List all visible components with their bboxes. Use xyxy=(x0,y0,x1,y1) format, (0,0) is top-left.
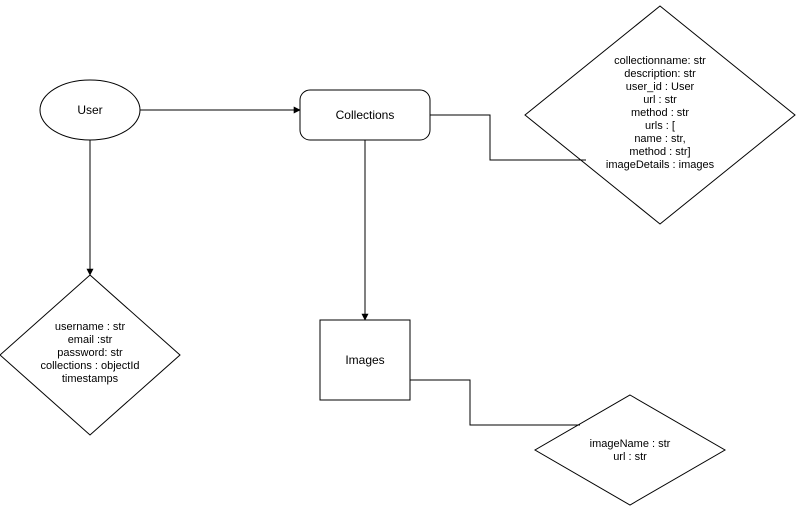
svg-text:collectionname: str: collectionname: str xyxy=(614,55,706,67)
entity-user: User xyxy=(40,80,140,140)
svg-text:method : str: method : str xyxy=(631,107,689,119)
svg-text:username : str: username : str xyxy=(55,321,126,333)
svg-text:password: str: password: str xyxy=(57,347,123,359)
attrs-user: username : str email :str password: str … xyxy=(0,275,180,435)
entity-user-label: User xyxy=(77,103,102,117)
svg-text:url : str: url : str xyxy=(613,451,647,463)
entity-images-label: Images xyxy=(345,353,384,367)
svg-text:collections : objectId: collections : objectId xyxy=(40,360,139,372)
svg-text:email :str: email :str xyxy=(68,334,113,346)
entity-images: Images xyxy=(320,320,410,400)
svg-text:url : str: url : str xyxy=(643,94,677,106)
er-diagram: User Collections Images username : str e… xyxy=(0,0,796,511)
svg-text:name : str,: name : str, xyxy=(634,133,685,145)
attrs-collections: collectionname: str description: str use… xyxy=(525,6,795,224)
svg-text:timestamps: timestamps xyxy=(62,373,119,385)
svg-text:imageDetails : images: imageDetails : images xyxy=(606,159,715,171)
attrs-images: imageName : str url : str xyxy=(535,395,725,505)
svg-text:urls : [: urls : [ xyxy=(645,120,675,132)
entity-collections-label: Collections xyxy=(336,108,395,122)
svg-text:imageName : str: imageName : str xyxy=(590,438,671,450)
svg-text:description: str: description: str xyxy=(624,68,696,80)
svg-text:method : str]: method : str] xyxy=(629,146,690,158)
svg-text:user_id : User: user_id : User xyxy=(626,81,695,93)
entity-collections: Collections xyxy=(300,90,430,140)
edge-images-to-imagesattrs xyxy=(410,380,580,425)
